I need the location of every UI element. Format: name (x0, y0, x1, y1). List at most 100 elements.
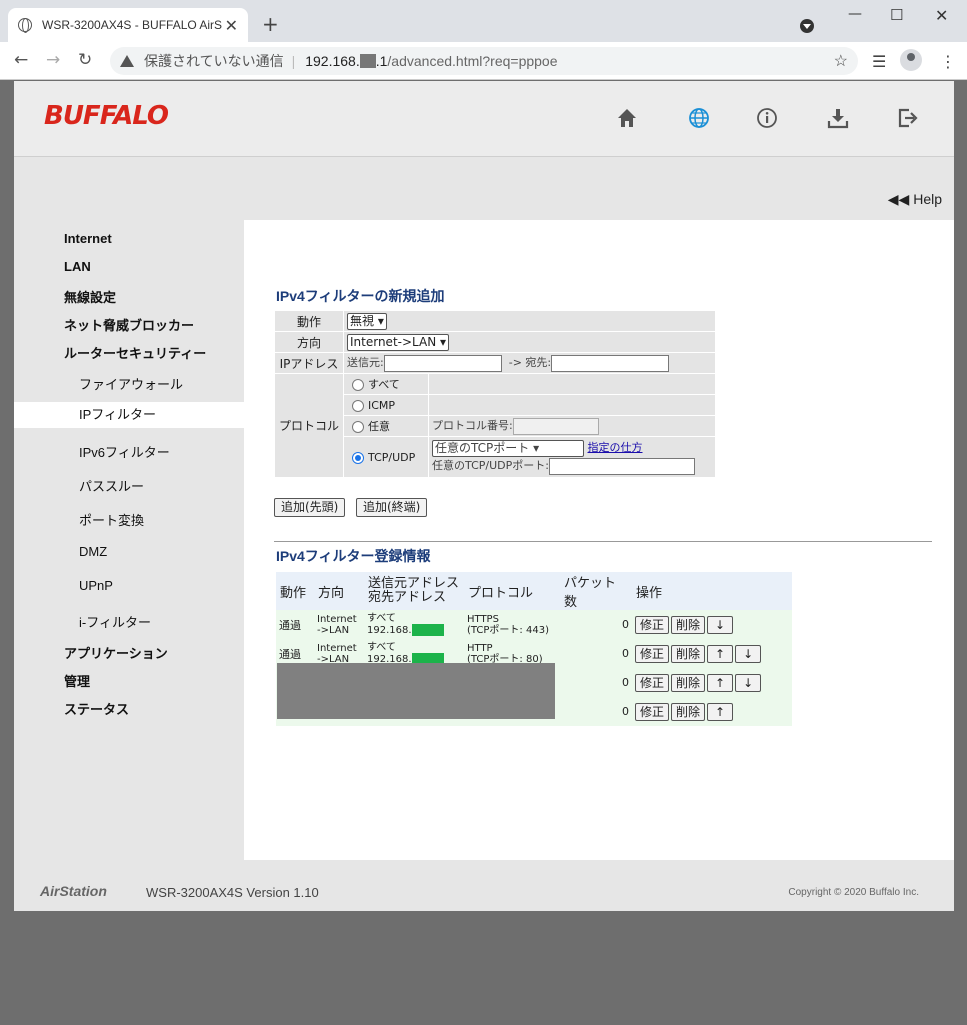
sidebar-item-port-forward[interactable]: ポート変換 (79, 510, 144, 529)
forward-icon[interactable]: → (46, 50, 60, 70)
delete-button[interactable]: 削除 (671, 644, 706, 663)
row-action: 通過 (276, 610, 314, 639)
protocol-label: プロトコル (275, 374, 343, 477)
internet-globe-icon[interactable] (684, 103, 714, 133)
add-last-button[interactable]: 追加(終端) (356, 498, 428, 517)
protocol-all-label: すべて (368, 378, 400, 391)
info-icon[interactable] (752, 103, 782, 133)
minimize-icon[interactable]: — (848, 6, 862, 22)
move-down-button[interactable]: ↓ (735, 644, 762, 663)
direction-select[interactable]: Internet->LAN (347, 333, 450, 351)
row-protocol: HTTPS (TCPポート: 443) (464, 610, 560, 639)
row-direction: Internet ->LAN (314, 610, 364, 639)
move-down-button[interactable]: ↓ (707, 615, 734, 634)
sidebar-item-firewall[interactable]: ファイアウォール (79, 374, 183, 393)
maximize-icon[interactable]: ☐ (890, 6, 903, 24)
delete-button[interactable]: 削除 (671, 615, 706, 634)
ip-address-label: IPアドレス (275, 353, 343, 373)
buffalo-logo: BUFFALO (44, 101, 169, 131)
download-icon[interactable] (823, 103, 853, 133)
row-packets: 0 (560, 639, 632, 668)
action-select[interactable]: 無視 (347, 312, 387, 330)
copyright: Copyright © 2020 Buffalo Inc. (788, 887, 919, 898)
home-icon[interactable] (612, 103, 642, 133)
reload-icon[interactable]: ↻ (78, 50, 92, 70)
sidebar-item-wireless[interactable]: 無線設定 (64, 287, 116, 306)
url-host-suffix: .1 (375, 53, 388, 69)
browser-tab[interactable]: WSR-3200AX4S - BUFFALO AirStation ✕ (8, 8, 248, 42)
delete-button[interactable]: 削除 (671, 673, 706, 692)
back-icon[interactable]: ← (14, 50, 28, 70)
move-up-button[interactable]: ↑ (707, 702, 734, 721)
tab-search-icon[interactable] (800, 19, 814, 33)
edit-button[interactable]: 修正 (635, 673, 670, 692)
source-label: 送信元: (347, 356, 384, 370)
row-ops: 修正 削除 ↑ ↓ (632, 639, 792, 668)
port-input[interactable] (548, 457, 695, 475)
col-action: 動作 (276, 572, 314, 610)
profile-avatar-icon[interactable] (900, 49, 922, 71)
protocol-any-radio[interactable] (352, 421, 364, 433)
model-version: WSR-3200AX4S Version 1.10 (146, 885, 319, 900)
row-address: すべて 192.168. (364, 610, 464, 639)
logout-icon[interactable] (893, 103, 923, 133)
protocol-any-label: 任意 (368, 420, 390, 433)
tab-title: WSR-3200AX4S - BUFFALO AirStation (42, 18, 222, 32)
edit-button[interactable]: 修正 (635, 615, 670, 634)
page-header: BUFFALO (14, 81, 954, 157)
url-path: /advanced.html?req=pppoe (387, 53, 558, 69)
menu-dots-icon[interactable]: ⋮ (940, 52, 956, 71)
destination-ip-input[interactable] (551, 354, 670, 372)
add-filter-title: IPv4フィルターの新規追加 (276, 288, 445, 304)
move-up-button[interactable]: ↑ (707, 673, 734, 692)
sidebar-item-management[interactable]: 管理 (64, 671, 90, 690)
howto-link[interactable]: 指定の仕方 (588, 441, 643, 454)
url-host-prefix: 192.168. (305, 53, 360, 69)
window-close-icon[interactable]: ✕ (935, 6, 948, 25)
help-toggle[interactable]: ◀◀ Help (888, 191, 942, 208)
protocol-all-radio[interactable] (352, 379, 364, 391)
col-operations: 操作 (632, 572, 792, 610)
protocol-tcpudp-radio[interactable] (352, 451, 364, 464)
sidebar-item-lan[interactable]: LAN (64, 259, 91, 274)
address-bar[interactable]: 保護されていない通信 | 192.168. .1/advanced.html?re… (110, 47, 858, 75)
sidebar-item-dmz[interactable]: DMZ (79, 544, 107, 559)
page-footer: AirStation WSR-3200AX4S Version 1.10 Cop… (14, 871, 954, 911)
sidebar-item-status[interactable]: ステータス (64, 699, 129, 718)
protocol-number-input[interactable] (512, 417, 599, 435)
move-down-button[interactable]: ↓ (735, 673, 762, 692)
masked-address (411, 624, 444, 636)
row-ops: 修正 削除 ↑ (632, 697, 792, 726)
protocol-icmp-label: ICMP (368, 398, 396, 412)
sidebar-item-internet[interactable]: Internet (64, 231, 112, 246)
col-protocol: プロトコル (464, 572, 560, 610)
move-up-button[interactable]: ↑ (707, 644, 734, 663)
reading-list-icon[interactable]: ☰ (872, 52, 886, 71)
sidebar-item-threat-blocker[interactable]: ネット脅威ブロッカー (64, 315, 194, 334)
delete-button[interactable]: 削除 (671, 702, 706, 721)
tab-close-icon[interactable]: ✕ (225, 16, 238, 35)
sidebar-item-i-filter[interactable]: i-フィルター (79, 612, 151, 631)
row-packets: 0 (560, 697, 632, 726)
edit-button[interactable]: 修正 (635, 644, 670, 663)
warning-icon (120, 55, 134, 67)
add-first-button[interactable]: 追加(先頭) (274, 498, 346, 517)
new-tab-button[interactable]: + (262, 12, 279, 36)
sidebar-item-ipv6-filter[interactable]: IPv6フィルター (79, 442, 170, 461)
globe-icon (18, 18, 32, 33)
port-select[interactable]: 任意のTCPポート (432, 439, 584, 457)
direction-label: 方向 (275, 332, 343, 352)
router-page: BUFFALO ◀◀ Help Internet LAN 無線設定 ネット脅威ブ… (14, 81, 954, 911)
protocol-icmp-radio[interactable] (352, 399, 364, 412)
sidebar-item-router-security[interactable]: ルーターセキュリティー (64, 343, 206, 362)
sidebar-item-passthrough[interactable]: パススルー (79, 476, 144, 495)
protocol-tcpudp-label: TCP/UDP (368, 450, 416, 464)
filter-list-title: IPv4フィルター登録情報 (276, 548, 431, 564)
sidebar-item-application[interactable]: アプリケーション (64, 643, 168, 662)
action-label: 動作 (275, 311, 343, 331)
sidebar-item-ip-filter[interactable]: IPフィルター (14, 402, 244, 428)
edit-button[interactable]: 修正 (635, 702, 670, 721)
bookmark-star-icon[interactable]: ☆ (834, 51, 848, 71)
sidebar-item-upnp[interactable]: UPnP (79, 578, 113, 593)
source-ip-input[interactable] (383, 354, 502, 372)
